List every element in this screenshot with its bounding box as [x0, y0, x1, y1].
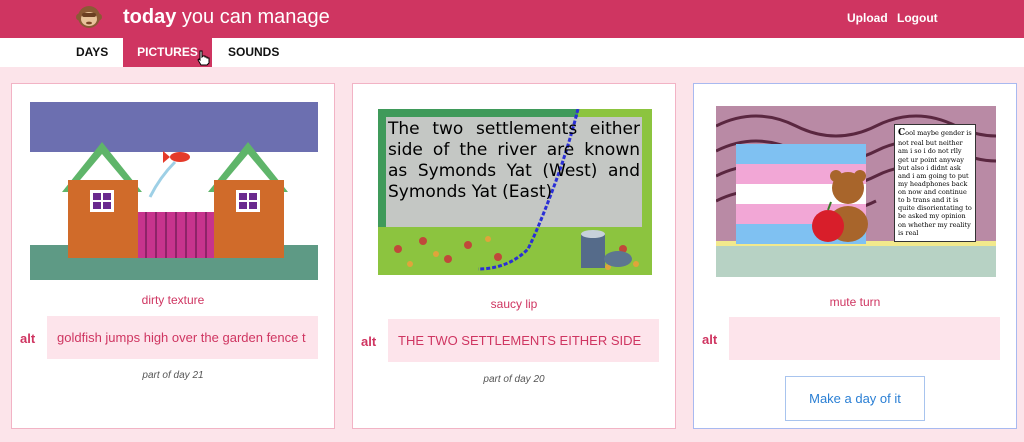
alt-label: alt — [361, 334, 377, 349]
tab-days[interactable]: DAYS — [76, 38, 108, 67]
picture-thumbnail[interactable]: Cool maybe gender is not real but neithe… — [716, 106, 996, 277]
app-title[interactable]: today you can manage — [123, 6, 330, 29]
picture-title[interactable]: mute turn — [694, 295, 1016, 309]
picture-embedded-text: Cool maybe gender is not real but neithe… — [894, 124, 976, 242]
part-of-day-text: part of day 20 — [483, 374, 545, 385]
make-day-button[interactable]: Make a day of it — [785, 376, 925, 421]
brand-tagline: you can manage — [181, 6, 330, 28]
picture-title[interactable]: saucy lip — [353, 297, 675, 311]
picture-card: dirty texture alt part of day 21 — [11, 83, 335, 429]
picture-embedded-text: The two settlements either side of the r… — [388, 119, 640, 202]
part-of-day-text: part of day 21 — [142, 370, 204, 381]
picture-card: Cool maybe gender is not real but neithe… — [693, 83, 1017, 429]
picture-thumbnail[interactable]: The two settlements either side of the r… — [378, 109, 652, 275]
logout-link[interactable]: Logout — [897, 11, 938, 25]
alt-text-input[interactable] — [388, 319, 659, 362]
upload-link[interactable]: Upload — [847, 11, 888, 25]
top-bar: today you can manage Upload Logout — [0, 0, 1024, 38]
alt-label: alt — [20, 331, 36, 346]
picture-card: The two settlements either side of the r… — [352, 83, 676, 429]
hand-cursor-icon — [197, 50, 210, 66]
brand-bold: today — [123, 6, 177, 28]
tab-sounds[interactable]: SOUNDS — [228, 38, 279, 67]
header-links: Upload Logout — [847, 11, 938, 25]
alt-text-input[interactable] — [47, 316, 318, 359]
monkey-face-icon[interactable] — [76, 4, 102, 30]
alt-label: alt — [702, 332, 718, 347]
tab-bar: DAYS PICTURES SOUNDS — [0, 38, 1024, 67]
alt-text-input[interactable] — [729, 317, 1000, 360]
picture-title[interactable]: dirty texture — [12, 293, 334, 307]
picture-thumbnail[interactable] — [30, 102, 318, 280]
